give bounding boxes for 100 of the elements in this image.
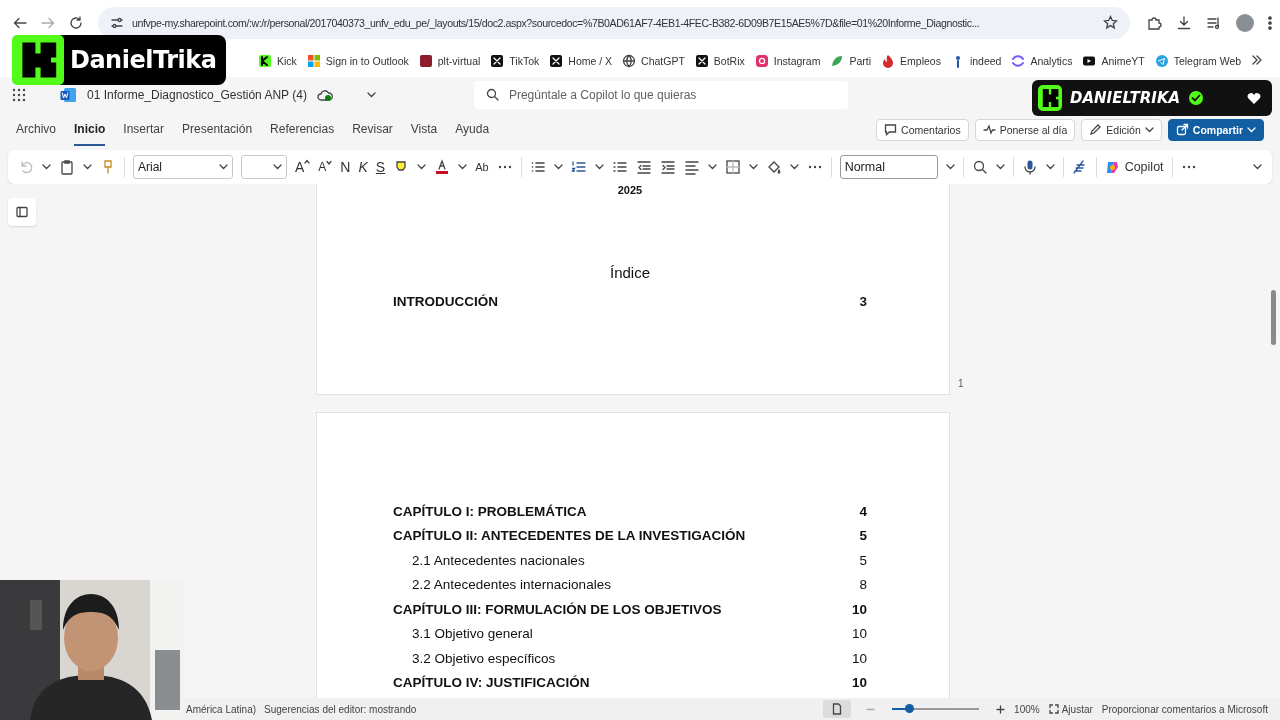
toc-entry[interactable]: 3.1 Objetivo general <box>412 626 533 642</box>
ribbon-tab[interactable]: Referencias <box>270 113 335 146</box>
comments-button[interactable]: Comentarios <box>876 118 969 141</box>
word-icon[interactable] <box>60 86 77 103</box>
chevron-down-icon <box>1144 126 1154 133</box>
text-effects-button[interactable]: Ab <box>475 161 489 173</box>
microphone-icon[interactable] <box>1021 159 1038 175</box>
bookmark[interactable]: Kick <box>258 54 297 68</box>
font-size-field[interactable] <box>241 155 287 179</box>
borders-icon[interactable] <box>724 159 741 175</box>
bookmark[interactable]: indeed <box>950 54 1002 68</box>
bookmark[interactable]: plt-virtual <box>418 54 481 68</box>
bookmark[interactable]: ChatGPT <box>622 54 685 68</box>
star-icon[interactable] <box>1103 15 1118 30</box>
chevron-down-icon[interactable] <box>366 91 376 98</box>
feedback-link[interactable]: Proporcionar comentarios a Microsoft <box>1101 703 1268 715</box>
chevron-down-icon[interactable] <box>995 164 1005 170</box>
increase-indent-icon[interactable] <box>659 159 676 175</box>
chevron-down-icon[interactable] <box>594 164 604 170</box>
copilot-icon <box>1104 159 1120 175</box>
avatar[interactable] <box>1236 13 1254 32</box>
paste-icon[interactable] <box>59 159 75 175</box>
reload-icon[interactable] <box>68 14 84 31</box>
address-bar[interactable]: unfvpe-my.sharepoint.com/:w:/r/personal/2017040373_unfv_edu_pe/_layouts/15/doc2.aspx?sourcedoc=%7B0AD61AF7-4EB1-4FEC-B382-6D09B7E15AE5%7D&file=01%20Informe_Diagnostic... <box>98 6 1130 39</box>
fit-button[interactable]: Ajustar <box>1048 703 1093 715</box>
menu-icon[interactable] <box>1268 14 1272 31</box>
chevron-down-icon[interactable] <box>553 164 563 170</box>
zoom-level[interactable]: 100% <box>1014 703 1040 715</box>
italic-button[interactable]: K <box>358 159 368 175</box>
bookmark[interactable]: Parti <box>830 54 872 68</box>
swirl-icon <box>1011 54 1026 68</box>
toc-entry[interactable]: CAPÍTULO II: ANTECEDENTES DE LA INVESTIGACIÓN <box>393 528 746 544</box>
fit-icon <box>1048 704 1059 714</box>
toc-page-number: 5 <box>859 552 867 568</box>
toc-entry[interactable]: INTRODUCCIÓN <box>393 293 498 309</box>
copilot-button[interactable]: Copilot <box>1104 159 1164 175</box>
shrink-font-button[interactable]: A <box>318 160 333 174</box>
decrease-indent-icon[interactable] <box>635 159 652 175</box>
puzzle-icon[interactable] <box>1146 14 1162 31</box>
app-launcher-icon[interactable] <box>12 87 26 102</box>
navigation-pane-button[interactable] <box>8 198 36 226</box>
toc-entry[interactable]: CAPÍTULO III: FORMULACIÓN DE LOS OBJETIVOS <box>393 601 722 617</box>
toc-entry[interactable]: 2.1 Antecedentes nacionales <box>412 552 585 568</box>
bookmark[interactable]: Home / X <box>549 54 613 68</box>
font-color-icon[interactable] <box>434 159 451 175</box>
print-layout-button[interactable] <box>823 700 852 718</box>
bookmark[interactable]: Sign in to Outlook <box>306 54 409 68</box>
checklist-icon[interactable] <box>611 159 628 175</box>
bold-button[interactable]: N <box>340 159 351 175</box>
toc-entry[interactable]: 2.2 Antecedentes internacionales <box>412 577 611 593</box>
bookmark[interactable]: TikTok <box>490 54 540 68</box>
chevron-down-icon[interactable] <box>42 164 51 170</box>
ribbon-tab[interactable]: Insertar <box>123 113 165 146</box>
editing-button[interactable]: Edición <box>1081 118 1162 141</box>
chevron-down-icon[interactable] <box>83 164 92 170</box>
font-field[interactable]: Arial <box>133 155 233 179</box>
ribbon-tab[interactable]: Vista <box>410 113 438 146</box>
bookmark[interactable]: BotRix <box>694 54 745 68</box>
find-icon[interactable] <box>971 159 988 175</box>
bookmark[interactable]: Telegram Web <box>1154 54 1242 68</box>
catchup-button[interactable]: Ponerse al día <box>974 118 1076 141</box>
numbering-icon[interactable] <box>570 159 587 175</box>
toc-entry[interactable]: 3.2 Objetivo específicos <box>412 650 556 666</box>
search-field[interactable]: Pregúntale a Copilot lo que quieras <box>473 80 848 109</box>
align-icon[interactable] <box>683 159 700 175</box>
toc-entry[interactable]: CAPÍTULO IV: JUSTIFICACIÓN <box>393 675 590 691</box>
style-field[interactable]: Normal <box>839 155 938 179</box>
bookmark[interactable]: Analytics <box>1011 54 1073 68</box>
chevron-down-icon[interactable] <box>789 164 799 170</box>
more-bookmarks-icon[interactable] <box>1251 55 1264 65</box>
bookmark[interactable]: Empleos <box>881 54 941 68</box>
zoom-in-icon[interactable] <box>996 704 1006 714</box>
toc-entry[interactable]: CAPÍTULO I: PROBLEMÁTICA <box>393 503 587 519</box>
chevron-down-icon[interactable] <box>458 164 468 170</box>
language-status[interactable]: América Latina) <box>186 703 257 715</box>
site-settings-icon[interactable] <box>110 15 124 30</box>
scrollbar-thumb[interactable] <box>1270 290 1276 345</box>
editor-suggestions-status[interactable]: Sugerencias del editor: mostrando <box>264 703 417 715</box>
chevron-down-icon[interactable] <box>945 164 955 170</box>
ribbon-tab[interactable]: Ayuda <box>455 113 490 146</box>
bookmark[interactable]: Instagram <box>754 54 821 68</box>
chevron-down-icon[interactable] <box>1253 164 1262 170</box>
bullets-icon[interactable] <box>529 159 546 175</box>
ribbon-tab[interactable]: Revisar <box>352 113 393 146</box>
share-button[interactable]: Compartir <box>1167 118 1264 141</box>
chevron-down-icon[interactable] <box>1045 164 1055 170</box>
page-text: 2025 <box>616 184 644 196</box>
chevron-down-icon[interactable] <box>707 164 717 170</box>
download-icon[interactable] <box>1176 14 1192 31</box>
bookmark[interactable]: AnimeYT <box>1082 54 1145 68</box>
chevron-down-icon[interactable] <box>748 164 758 170</box>
ribbon-tab[interactable]: Inicio <box>74 113 106 146</box>
grow-font-button[interactable]: A <box>295 159 311 175</box>
ribbon-tab[interactable]: Archivo <box>16 113 56 146</box>
document-title[interactable]: 01 Informe_Diagnostico_Gestión ANP (4) <box>87 87 307 102</box>
page-number: 1 <box>958 378 964 391</box>
ribbon-tab[interactable]: Presentación <box>182 113 253 146</box>
chevron-down-icon[interactable] <box>417 164 427 170</box>
strikethrough-button[interactable]: S <box>375 159 386 175</box>
caret-down-icon <box>326 160 333 165</box>
